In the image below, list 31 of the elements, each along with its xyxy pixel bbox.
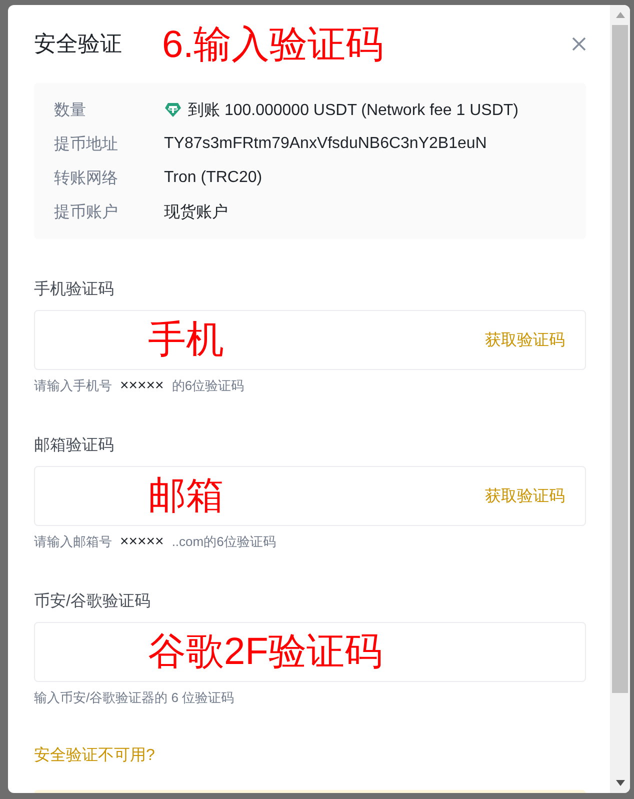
- scrollbar-thumb[interactable]: [612, 25, 628, 693]
- annotation-text: 手机: [148, 318, 224, 363]
- detail-label: 数量: [54, 100, 87, 120]
- detail-value: 现货账户: [164, 202, 228, 222]
- annotation-text: 6.输入验证码: [162, 22, 384, 68]
- input-field[interactable]: 谷歌2F验证码: [34, 622, 586, 682]
- field-hint: 请输入手机号 ××××× 的6位验证码: [34, 377, 244, 395]
- annotation-text: 邮箱: [148, 474, 224, 519]
- dialog-title: 安全验证: [34, 30, 122, 58]
- field-label: 手机验证码: [34, 280, 114, 300]
- scrollbar[interactable]: [610, 5, 630, 793]
- field-label: 币安/谷歌验证码: [34, 592, 150, 612]
- input-field[interactable]: 邮箱 获取验证码: [34, 466, 586, 526]
- detail-label: 提币地址: [54, 134, 119, 154]
- get-code-button[interactable]: 获取验证码: [485, 330, 565, 350]
- detail-value: Tron (TRC20): [164, 169, 262, 187]
- detail-value: 到账 100.000000 USDT (Network fee 1 USDT): [188, 100, 518, 120]
- annotation-text: 谷歌2F验证码: [148, 630, 382, 675]
- close-icon[interactable]: [572, 37, 586, 51]
- detail-value: TY87s3mFRtm79AnxVfsduNB6C3nY2B1euN: [164, 135, 487, 153]
- scroll-up-icon[interactable]: [616, 12, 624, 18]
- field-hint: 请输入邮箱号 ××××× ..com的6位验证码: [34, 533, 276, 551]
- get-code-button[interactable]: 获取验证码: [485, 486, 565, 506]
- field-label: 邮箱验证码: [34, 436, 114, 456]
- field-hint: 输入币安/谷歌验证器的 6 位验证码: [34, 689, 234, 707]
- scroll-down-icon[interactable]: [616, 780, 624, 786]
- help-link[interactable]: 安全验证不可用?: [34, 745, 155, 766]
- detail-label: 提币账户: [54, 202, 119, 222]
- coin-icon: [164, 101, 182, 119]
- detail-label: 转账网络: [54, 168, 119, 188]
- input-field[interactable]: 手机 获取验证码: [34, 310, 586, 370]
